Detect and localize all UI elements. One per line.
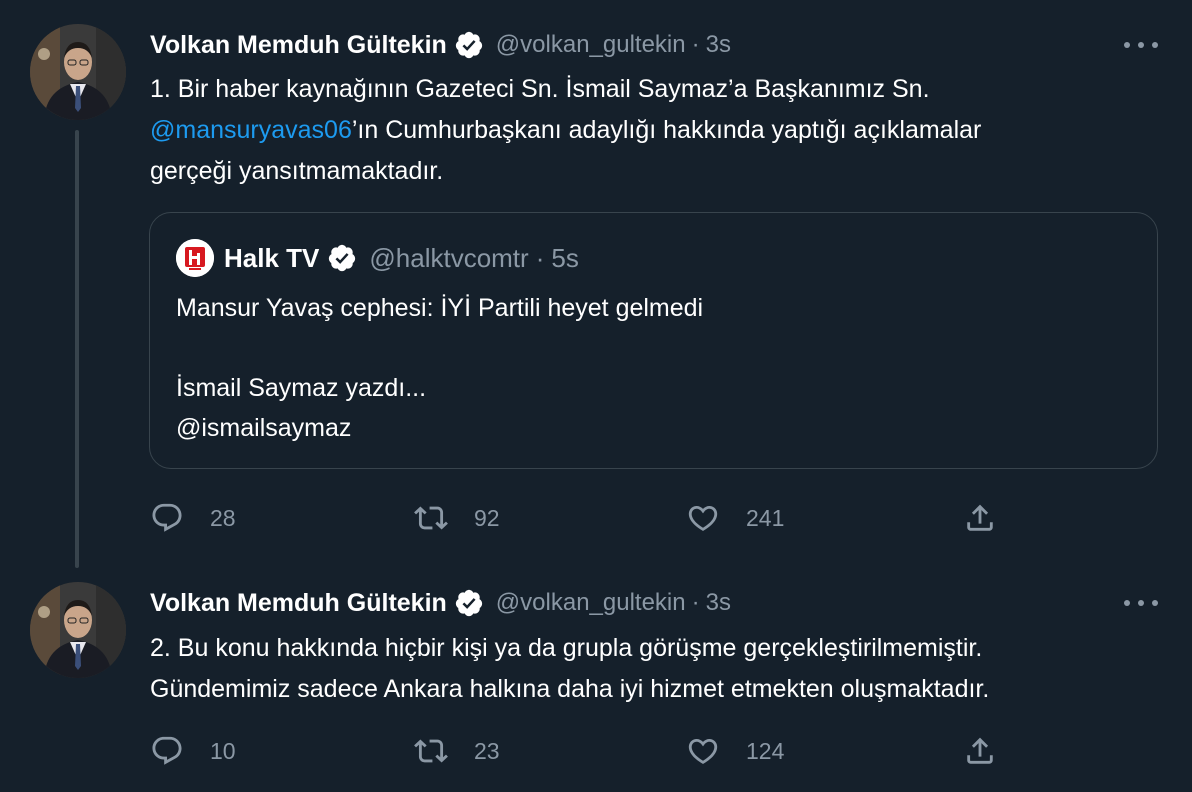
more-dot-icon bbox=[1124, 600, 1130, 606]
quoted-tweet-text: Mansur Yavaş cephesi: İYİ Partili heyet … bbox=[176, 288, 703, 448]
more-dot-icon bbox=[1138, 600, 1144, 606]
separator-dot: · bbox=[691, 589, 700, 616]
tweet-text-segment: ’ın Cumhurbaşkanı adaylığı hakkında yapt… bbox=[351, 116, 982, 144]
share-upload-icon bbox=[967, 737, 993, 764]
like-button[interactable]: 124 bbox=[686, 731, 784, 771]
tweet-text-line: gerçeği yansıtmamaktadır. bbox=[150, 157, 444, 185]
like-count: 241 bbox=[746, 504, 785, 531]
retweet-count: 23 bbox=[474, 737, 500, 764]
more-dot-icon bbox=[1124, 42, 1130, 48]
reply-button[interactable]: 10 bbox=[150, 731, 236, 771]
quoted-text-line: Mansur Yavaş cephesi: İYİ Partili heyet … bbox=[176, 294, 704, 322]
more-options-button[interactable] bbox=[1124, 593, 1158, 613]
reply-bubble-icon bbox=[152, 503, 182, 532]
more-dot-icon bbox=[1152, 42, 1158, 48]
quoted-author-name: Halk TV bbox=[224, 242, 320, 273]
author-handle[interactable]: @volkan_gultekin bbox=[496, 589, 686, 617]
tweet-header: Volkan Memduh Gültekin @volkan_gultekin … bbox=[150, 583, 731, 623]
halktv-logo-icon bbox=[176, 239, 214, 277]
verified-badge-icon bbox=[454, 30, 484, 60]
tweet-text-line: 2. Bu konu hakkında hiçbir kişi ya da gr… bbox=[150, 634, 983, 662]
tweet-text-line: @mansuryavas06’ın Cumhurbaşkanı adaylığı… bbox=[150, 110, 1160, 151]
retweet-arrows-icon bbox=[414, 506, 448, 530]
like-count: 124 bbox=[746, 737, 785, 764]
retweet-button[interactable]: 23 bbox=[414, 731, 500, 771]
reply-count: 28 bbox=[210, 504, 236, 531]
quoted-text-line bbox=[176, 328, 703, 368]
tweet-timestamp[interactable]: 3s bbox=[706, 31, 731, 59]
quoted-text-line: İsmail Saymaz yazdı... bbox=[176, 374, 427, 402]
retweet-arrows-icon bbox=[414, 739, 448, 763]
reply-count: 10 bbox=[210, 737, 236, 764]
verified-badge-icon bbox=[454, 588, 484, 618]
retweet-button[interactable]: 92 bbox=[414, 498, 500, 538]
mention-link[interactable]: @mansuryavas06 bbox=[150, 116, 352, 144]
quoted-author-handle: @halktvcomtr bbox=[369, 242, 529, 273]
tweet-actions-bar: 28 92 241 bbox=[150, 498, 1150, 538]
author-name[interactable]: Volkan Memduh Gültekin bbox=[150, 31, 447, 60]
separator-dot: · bbox=[691, 31, 700, 58]
tweet-text-line: Gündemimiz sadece Ankara halkına daha iy… bbox=[150, 675, 990, 703]
reply-bubble-icon bbox=[152, 736, 182, 765]
more-options-button[interactable] bbox=[1124, 35, 1158, 55]
heart-icon bbox=[688, 738, 718, 764]
share-upload-icon bbox=[967, 504, 993, 531]
share-button[interactable] bbox=[963, 498, 997, 538]
quoted-tweet-card[interactable]: Halk TV @halktvcomtr · 5s Mansur Yavaş c… bbox=[149, 212, 1158, 469]
reply-button[interactable]: 28 bbox=[150, 498, 236, 538]
quoted-tweet-header: Halk TV @halktvcomtr · 5s bbox=[176, 237, 579, 279]
tweet-text: 1. Bir haber kaynağının Gazeteci Sn. İsm… bbox=[150, 69, 1160, 192]
tweet-text: 2. Bu konu hakkında hiçbir kişi ya da gr… bbox=[150, 628, 1160, 710]
quoted-tweet-timestamp: 5s bbox=[551, 242, 579, 273]
verified-badge-icon bbox=[327, 243, 357, 273]
thread-connector-line bbox=[75, 130, 79, 568]
author-avatar[interactable] bbox=[30, 24, 126, 120]
more-dot-icon bbox=[1152, 600, 1158, 606]
tweet-header: Volkan Memduh Gültekin @volkan_gultekin … bbox=[150, 25, 731, 65]
separator-dot: · bbox=[535, 242, 545, 273]
like-button[interactable]: 241 bbox=[686, 498, 784, 538]
quoted-text-line: @ismailsaymaz bbox=[176, 414, 352, 442]
share-button[interactable] bbox=[963, 731, 997, 771]
author-avatar[interactable] bbox=[30, 582, 126, 678]
avatar-photo-icon bbox=[30, 582, 126, 678]
avatar-photo-icon bbox=[30, 24, 126, 120]
retweet-count: 92 bbox=[474, 504, 500, 531]
tweet-timestamp[interactable]: 3s bbox=[706, 589, 731, 617]
tweet-text-line: 1. Bir haber kaynağının Gazeteci Sn. İsm… bbox=[150, 75, 930, 103]
tweet-actions-bar: 10 23 124 bbox=[150, 731, 1150, 771]
heart-icon bbox=[688, 505, 718, 531]
author-handle[interactable]: @volkan_gultekin bbox=[496, 31, 686, 59]
author-name[interactable]: Volkan Memduh Gültekin bbox=[150, 589, 447, 618]
more-dot-icon bbox=[1138, 42, 1144, 48]
